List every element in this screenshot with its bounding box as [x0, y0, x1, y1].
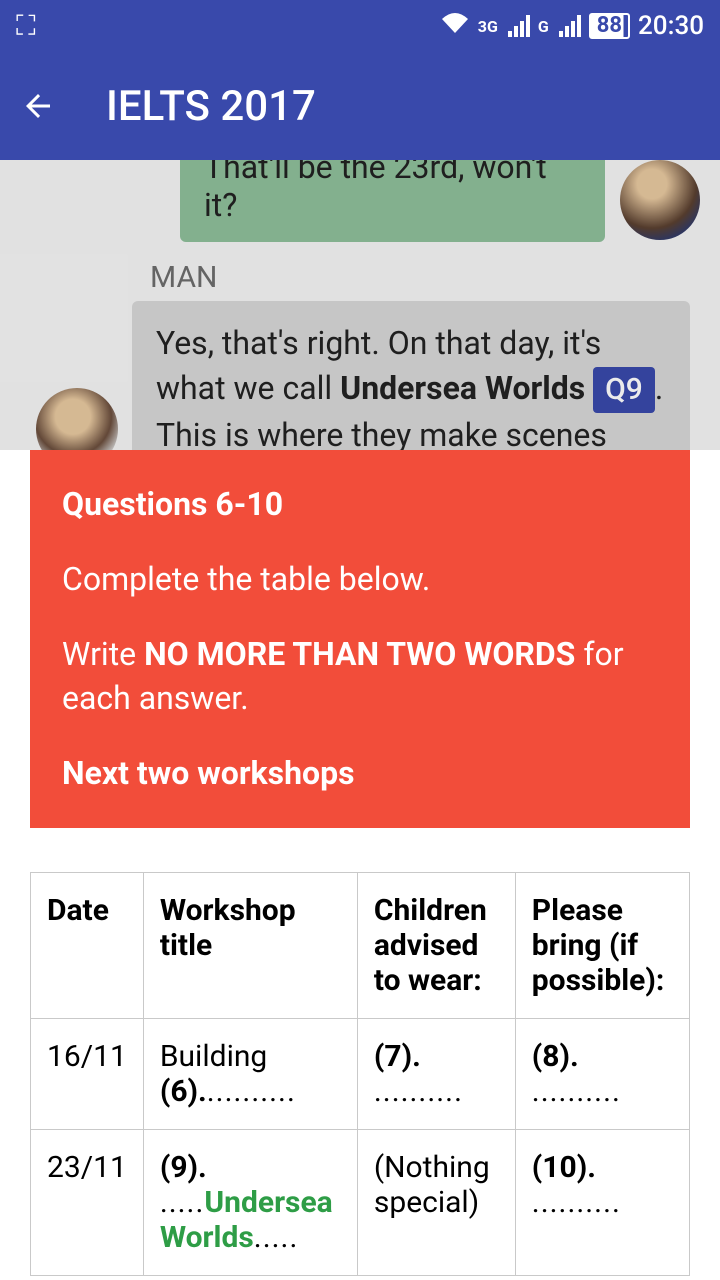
cell-wear: (Nothing special) [357, 1129, 515, 1275]
table-row: 23/11 (9). .....Undersea Worlds..... (No… [31, 1129, 690, 1275]
speaker-label: MAN [150, 260, 720, 295]
avatar-man [36, 388, 118, 450]
back-button[interactable] [18, 88, 58, 124]
table-header-row: Date Workshop title Children advised to … [31, 872, 690, 1018]
dots: ..... [160, 1185, 205, 1220]
page-title: IELTS 2017 [106, 82, 316, 131]
dots: ..... [254, 1220, 299, 1255]
instruction-panel: Questions 6-10 Complete the table below.… [30, 450, 690, 828]
panel-subheading: Next two workshops [62, 751, 658, 796]
blank-6: (6). [160, 1074, 207, 1109]
cell-bring[interactable]: (8). .......... [515, 1018, 689, 1129]
panel-line-2: Complete the table below. [62, 557, 658, 602]
bubble-text-bold: Undersea Worlds [340, 369, 585, 407]
cell-wear[interactable]: (7). .......... [357, 1018, 515, 1129]
signal-icon-2 [559, 15, 581, 37]
question-badge[interactable]: Q9 [593, 367, 655, 413]
app-bar: IELTS 2017 [0, 52, 720, 160]
dots: .......... [532, 1074, 621, 1109]
blank-9: (9). [160, 1150, 207, 1185]
status-bar: ⛶ 3G G 88 20:30 [0, 0, 720, 52]
wifi-icon [440, 11, 470, 42]
panel-line-3-bold: NO MORE THAN TWO WORDS [144, 635, 575, 673]
chat-bubble-outgoing: That'll be the 23rd, won't it? [180, 160, 605, 242]
chat-bubble-incoming: Yes, that's right. On that day, it's wha… [132, 301, 690, 450]
dots: .......... [207, 1074, 296, 1109]
avatar-woman [620, 160, 700, 240]
cell-date: 23/11 [31, 1129, 144, 1275]
chat-area[interactable]: That'll be the 23rd, won't it? MAN Yes, … [0, 160, 720, 450]
network-label-2: G [538, 17, 549, 36]
dots: .......... [374, 1074, 463, 1109]
panel-line-3-pre: Write [62, 635, 144, 673]
blank-7: (7). [374, 1039, 421, 1074]
panel-line-3: Write NO MORE THAN TWO WORDS for each an… [62, 632, 658, 722]
col-wear: Children advised to wear: [357, 872, 515, 1018]
workshop-table-wrap: Date Workshop title Children advised to … [30, 872, 690, 1276]
bubble-text: That'll be the 23rd, won't it? [204, 160, 581, 224]
fullscreen-icon: ⛶ [16, 9, 36, 43]
col-bring: Please bring (if possible): [515, 872, 689, 1018]
panel-heading: Questions 6-10 [62, 482, 658, 527]
cell-title-pre: Building [160, 1039, 267, 1074]
cell-title[interactable]: Building (6)........... [143, 1018, 357, 1129]
col-date: Date [31, 872, 144, 1018]
cell-title[interactable]: (9). .....Undersea Worlds..... [143, 1129, 357, 1275]
cell-date: 16/11 [31, 1018, 144, 1129]
workshop-table: Date Workshop title Children advised to … [30, 872, 690, 1276]
cell-bring[interactable]: (10). .......... [515, 1129, 689, 1275]
col-title: Workshop title [143, 872, 357, 1018]
signal-icon-1 [508, 15, 530, 37]
clock: 20:30 [638, 11, 704, 41]
battery-indicator: 88 [589, 13, 630, 39]
blank-8: (8). [532, 1039, 579, 1074]
network-label-1: 3G [478, 17, 498, 36]
table-row: 16/11 Building (6)........... (7). .....… [31, 1018, 690, 1129]
blank-10: (10). [532, 1150, 596, 1185]
dots: .......... [532, 1185, 621, 1220]
